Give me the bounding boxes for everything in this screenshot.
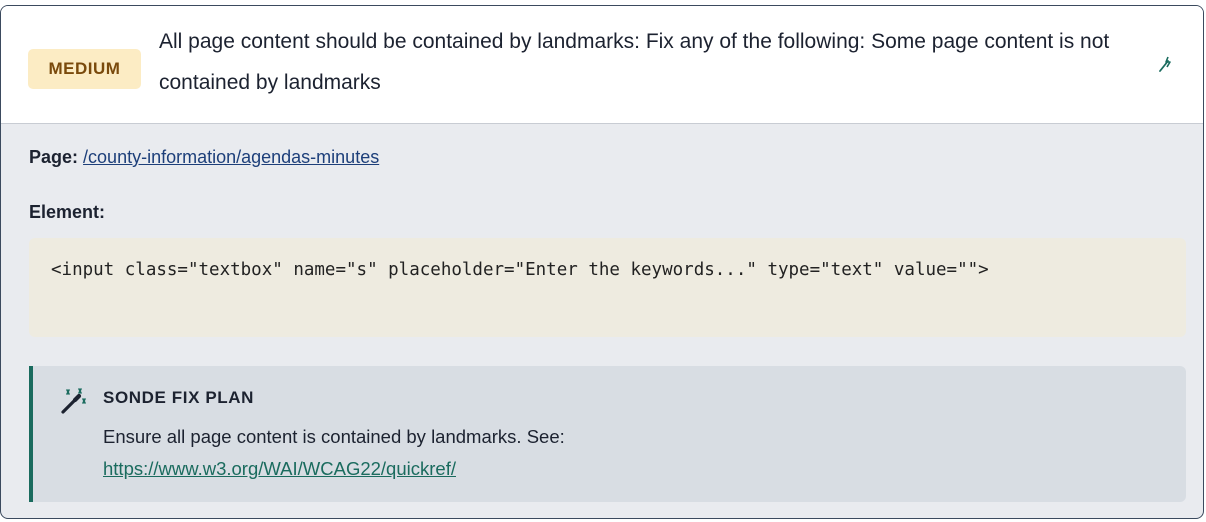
severity-badge: MEDIUM [28, 49, 141, 89]
issue-card: MEDIUM All page content should be contai… [0, 5, 1204, 519]
issue-title: All page content should be contained by … [159, 30, 1110, 94]
fix-plan-text: Ensure all page content is contained by … [103, 426, 565, 447]
element-code-block: <input class="textbox" name="s" placehol… [29, 238, 1186, 337]
fix-plan-link[interactable]: https://www.w3.org/WAI/WCAG22/quickref/ [103, 458, 456, 479]
magic-wand-sparkle-icon [61, 388, 86, 414]
fix-plan-panel: SONDE FIX PLAN Ensure all page content i… [29, 366, 1186, 502]
page-row: Page: /county-information/agendas-minute… [29, 147, 379, 168]
issue-header[interactable]: MEDIUM All page content should be contai… [1, 6, 1203, 124]
wand-icon [1159, 56, 1171, 72]
fix-plan-body: Ensure all page content is contained by … [103, 421, 565, 485]
quick-fix-button[interactable] [1151, 50, 1179, 78]
element-label: Element: [29, 202, 106, 222]
fix-plan-heading: SONDE FIX PLAN [103, 388, 255, 407]
page-link[interactable]: /county-information/agendas-minutes [83, 147, 379, 167]
page-label: Page: [29, 147, 79, 167]
